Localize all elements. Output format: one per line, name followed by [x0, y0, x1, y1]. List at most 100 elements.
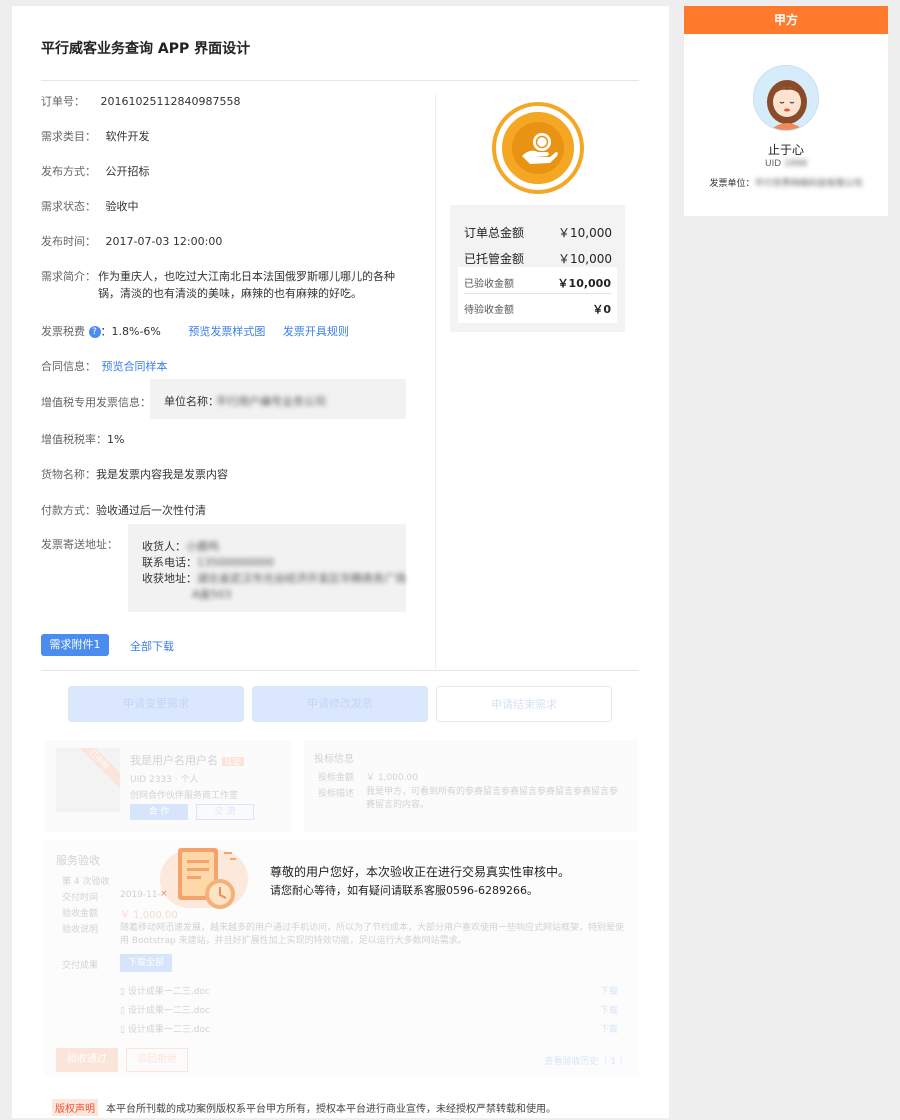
coin-inner — [512, 122, 564, 174]
tax-preview-link[interactable]: 预览发票样式图 — [188, 325, 265, 338]
phone-value: 13500000000 — [197, 556, 274, 569]
review-message-line2: 请您耐心等待，如有疑问请联系客服0596-6289266。 — [270, 884, 538, 897]
payment-coin-icon — [496, 106, 580, 190]
copyright-notice: 版权声明 本平台所刊载的成功案例版权系平台甲方所有，授权本平台进行商业宣传，未经授… — [52, 1099, 556, 1116]
status-value: 验收中 — [105, 200, 139, 213]
question-icon[interactable]: ? — [88, 326, 101, 338]
address-line: 收获地址：湖北省武汉市光谷经济开发区华腾商务广场 — [142, 570, 406, 586]
faded-file-1[interactable]: ▯ 设计成果一二三.doc — [120, 984, 210, 997]
faded-file-2-name: 设计成果一二三.doc — [127, 1006, 210, 1016]
total-amount-value: ￥10,000 — [558, 226, 612, 240]
corner-tag: 已中标 — [70, 748, 120, 789]
pay-row: 付款方式：验收通过后一次性付清 — [41, 502, 206, 518]
amount-sub-box: 已验收金额 ￥10,000 待验收金额 ￥0 — [458, 267, 617, 323]
total-amount-row: 订单总金额 ￥10,000 — [464, 224, 612, 241]
receiver-value: 小鹿鸣 — [186, 540, 219, 553]
time-row: 发布时间： 2017-07-03 12:00:00 — [41, 233, 222, 249]
faded-file-2-download[interactable]: 下载 — [600, 1003, 618, 1016]
svg-text:×: × — [160, 889, 168, 899]
publish-label: 发布方式： — [41, 165, 96, 178]
accepted-amount-value: ￥10,000 — [557, 277, 611, 290]
publish-row: 发布方式： 公开招标 — [41, 163, 150, 179]
contract-preview-link[interactable]: 预览合同样本 — [102, 360, 168, 373]
desc-row: 需求简介： — [41, 268, 96, 284]
download-all-link[interactable]: 全部下载 — [130, 638, 174, 654]
escrow-amount-label: 已托管金额 — [464, 252, 525, 266]
faded-download-all-button[interactable]: 下载全部 — [120, 954, 172, 972]
order-detail-card: 平行威客业务查询 APP 界面设计 订单号： 20161025112840987… — [12, 6, 669, 1118]
contract-label: 合同信息： — [41, 360, 96, 373]
faded-file-3-download[interactable]: 下载 — [600, 1022, 618, 1035]
accepted-amount-label: 已验收金额 — [464, 279, 514, 290]
faded-cooperate-button[interactable]: 合 作 — [130, 804, 188, 820]
accepted-amount-row: 已验收金额 ￥10,000 — [464, 275, 611, 291]
faded-accept-amount-label: 验收金额 — [62, 909, 99, 919]
faded-file-2[interactable]: ▯ 设计成果一二三.doc — [120, 1003, 210, 1016]
desc-label: 需求简介： — [41, 270, 96, 283]
vat-unit-label: 单位名称： — [164, 395, 219, 408]
time-value: 2017-07-03 12:00:00 — [105, 235, 223, 248]
client-uid-line: UID 1998 — [684, 159, 888, 169]
client-unit-value: 平行世界网络科技有限公司 — [754, 179, 863, 189]
attachment-button[interactable]: 需求附件1 — [41, 634, 109, 656]
vat-rate-value: 1% — [107, 433, 125, 446]
faded-user-name: 我是用户名用户名 — [130, 754, 218, 767]
address-value-2: A座503 — [192, 588, 232, 601]
faded-submit-time: 2019-11- — [120, 890, 161, 900]
client-unit-label: 发票单位： — [709, 179, 755, 189]
faded-bid-amount-label: 投标金额 — [318, 773, 355, 783]
faded-accept-desc-label: 验收说明 — [62, 925, 99, 935]
end-request-button[interactable]: 申请结束需求 — [436, 686, 612, 722]
tax-rule-link[interactable]: 发票开具规则 — [283, 325, 349, 338]
faded-bid-desc: 我是甲方，可看到所有的参赛留言参赛留言参赛留言参赛留言参赛留言的内容。 — [366, 787, 619, 810]
amount-panel: 订单总金额 ￥10,000 已托管金额 ￥10,000 已验收金额 ￥10,00… — [450, 205, 625, 332]
faded-result-label: 交付成果 — [62, 961, 99, 971]
client-card: 甲方 止于心 UID 1998 发票单位：平行世界网络科技有限公司 — [684, 6, 888, 216]
escrow-amount-value: ￥10,000 — [558, 252, 612, 266]
pending-amount-row: 待验收金额 ￥0 — [464, 301, 611, 317]
section-divider — [41, 670, 639, 671]
order-number-row: 订单号： 20161025112840987558 — [41, 93, 240, 109]
page-title: 平行威客业务查询 APP 界面设计 — [41, 41, 251, 57]
user-card: 已中标 我是用户名用户名 认证 UID 2333 · 个人 创网合作伙伴服务商工… — [44, 740, 292, 832]
pay-value: 验收通过后一次性付清 — [96, 504, 206, 517]
client-uid-value: 1998 — [784, 159, 807, 169]
faded-user-badge: 认证 — [221, 757, 244, 766]
tax-row: 发票税费 ? ：1.8%-6% 预览发票样式图 发票开具规则 — [41, 323, 349, 339]
amount-separator — [464, 293, 611, 294]
faded-bid-desc-label: 投标描述 — [318, 789, 355, 799]
client-unit-line: 发票单位：平行世界网络科技有限公司 — [684, 176, 888, 189]
goods-row: 货物名称：我是发票内容我是发票内容 — [41, 466, 228, 482]
category-value: 软件开发 — [105, 130, 150, 143]
faded-round: 第 4 次验收 — [62, 877, 110, 887]
faded-chat-button[interactable]: 交 流 — [196, 804, 254, 820]
publish-value: 公开招标 — [105, 165, 150, 178]
copyright-tag: 版权声明 — [52, 1099, 98, 1116]
faded-file-1-download[interactable]: 下载 — [600, 984, 618, 997]
faded-history-link[interactable]: 查看验收历史（ 1 ） — [545, 1054, 628, 1067]
vat-unit-value: 平行用户编号业务公司 — [216, 395, 326, 408]
escrow-amount-row: 已托管金额 ￥10,000 — [464, 250, 612, 267]
contract-row: 合同信息： 预览合同样本 — [41, 358, 168, 374]
goods-label: 货物名称： — [41, 468, 96, 481]
client-name: 止于心 — [767, 143, 804, 157]
faded-reject-button[interactable]: 驳回拒绝 — [126, 1048, 188, 1072]
vat-rate-label: 增值税税率： — [41, 433, 107, 446]
change-invoice-button[interactable]: 申请修改发票 — [252, 686, 428, 722]
change-request-button[interactable]: 申请变更需求 — [68, 686, 244, 722]
faded-user-uid: UID 2333 · 个人 — [130, 775, 199, 785]
address-box: 收货人：小鹿鸣 联系电话：13500000000 收获地址：湖北省武汉市光谷经济… — [128, 524, 406, 612]
hand-money-icon — [522, 133, 558, 164]
title-divider — [41, 80, 639, 81]
faded-file-3[interactable]: ▯ 设计成果一二三.doc — [120, 1022, 210, 1035]
order-number-label: 订单号： — [41, 95, 85, 108]
faded-user-line: 我是用户名用户名 认证 — [130, 752, 244, 768]
pending-amount-label: 待验收金额 — [464, 305, 514, 316]
category-label: 需求类目： — [41, 130, 96, 143]
faded-pass-button[interactable]: 验收通过 — [56, 1048, 118, 1072]
pending-amount-value: ￥0 — [592, 303, 611, 316]
address-value-1: 湖北省武汉市光谷经济开发区华腾商务广场 — [197, 572, 406, 585]
status-row: 需求状态： 验收中 — [41, 198, 139, 214]
vat-row: 增值税专用发票信息： — [41, 394, 151, 410]
avatar-girl-icon — [767, 80, 807, 130]
